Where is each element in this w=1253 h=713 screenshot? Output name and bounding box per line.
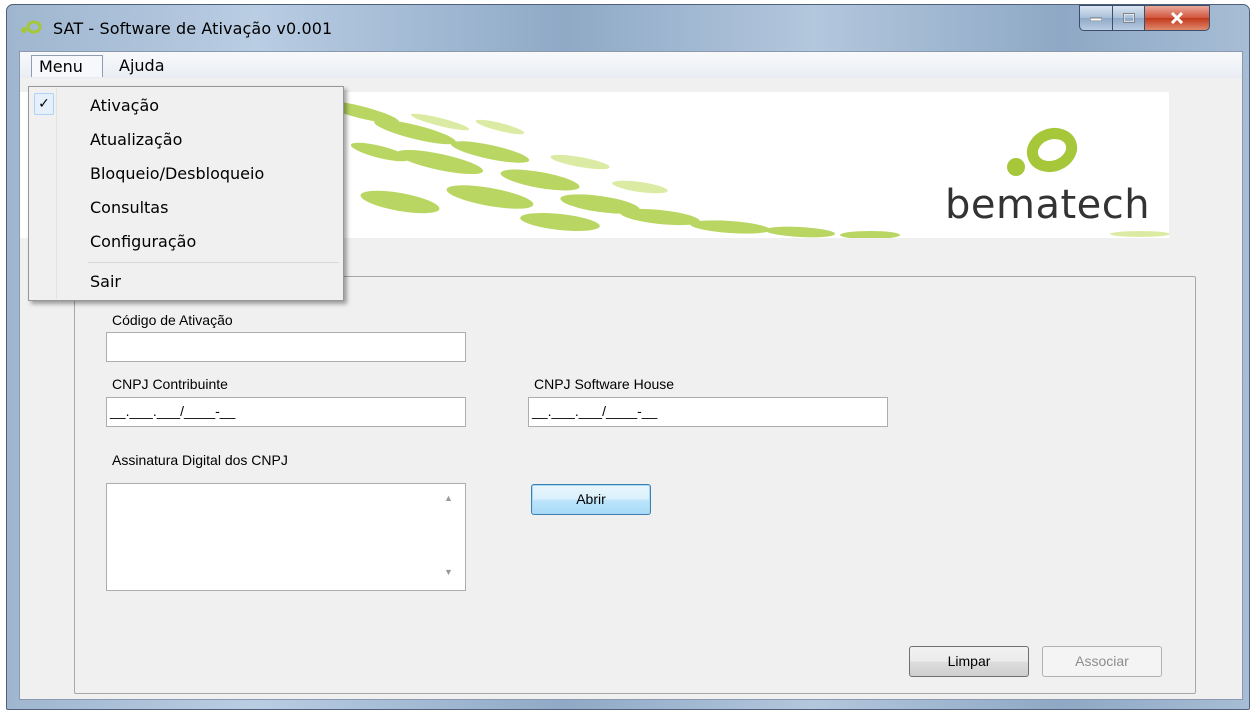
codigo-ativacao-input[interactable] (106, 332, 466, 362)
assinatura-textarea[interactable] (106, 483, 466, 591)
checkmark-icon: ✓ (34, 93, 54, 115)
bematech-logo-mark (1007, 127, 1078, 176)
menu-dropdown: ✓ Ativação Atualização Bloqueio/Desbloqu… (28, 86, 344, 301)
menu-item-label: Bloqueio/Desbloqueio (90, 164, 265, 183)
menu-item-configuracao[interactable]: Configuração (31, 226, 341, 257)
title-bar[interactable]: SAT - Software de Ativação v0.001 (7, 5, 1249, 51)
bematech-logo-text: bematech (945, 182, 1151, 228)
cnpj-software-label: CNPJ Software House (534, 376, 675, 392)
menu-item-ativacao[interactable]: ✓ Ativação (31, 90, 341, 121)
menu-item-label: Atualização (90, 130, 183, 149)
minimize-icon (1090, 17, 1102, 21)
menu-item-label: Ativação (90, 96, 160, 115)
menu-item-label: Configuração (90, 232, 197, 251)
menu-ajuda[interactable]: Ajuda (112, 55, 172, 77)
menu-separator (88, 262, 339, 263)
menu-item-label: Sair (90, 272, 121, 291)
menu-item-consultas[interactable]: Consultas (31, 192, 341, 223)
menu-bar: Menu Ajuda (20, 52, 1242, 78)
abrir-button[interactable]: Abrir (531, 484, 651, 515)
window-title: SAT - Software de Ativação v0.001 (53, 19, 333, 38)
close-icon (1170, 12, 1184, 24)
associar-button[interactable]: Associar (1042, 646, 1162, 677)
menu-item-label: Consultas (90, 198, 169, 217)
codigo-label: Código de Ativação (112, 312, 233, 328)
limpar-button[interactable]: Limpar (909, 646, 1029, 677)
cnpj-contribuinte-label: CNPJ Contribuinte (112, 376, 228, 392)
scroll-down-icon[interactable]: ▼ (444, 567, 1243, 701)
menu-item-atualizacao[interactable]: Atualização (31, 124, 341, 155)
maximize-button[interactable] (1112, 5, 1145, 31)
minimize-button[interactable] (1079, 5, 1113, 31)
assinatura-label: Assinatura Digital dos CNPJ (112, 452, 288, 468)
menu-menu[interactable]: Menu (31, 55, 103, 77)
cnpj-software-house-input[interactable]: __.___.___/____-__ (528, 397, 888, 427)
maximize-icon (1122, 13, 1135, 23)
menu-item-sair[interactable]: Sair (31, 266, 341, 297)
menu-item-bloqueio[interactable]: Bloqueio/Desbloqueio (31, 158, 341, 189)
app-icon (21, 20, 42, 34)
cnpj-contribuinte-input[interactable]: __.___.___/____-__ (106, 397, 466, 427)
close-button[interactable] (1144, 5, 1210, 31)
